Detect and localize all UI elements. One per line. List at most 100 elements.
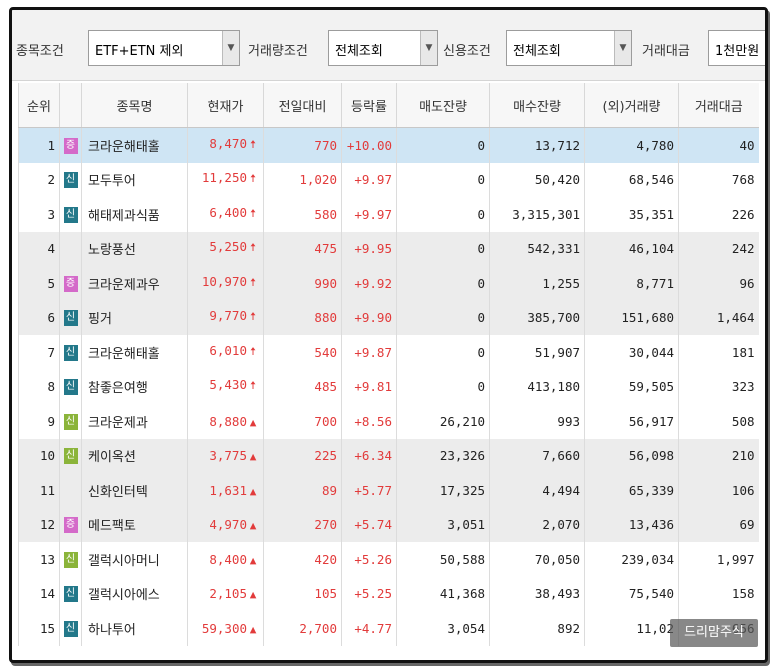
bid-volume-cell: 385,700 xyxy=(489,300,585,335)
table-row[interactable]: 3 신 해태제과식품 6,400 🠅 580 +9.97 0 3,315,301 35,351 22… xyxy=(18,197,759,232)
ask-volume-cell: 0 xyxy=(396,266,490,301)
stock-name-cell[interactable]: 핑거 xyxy=(81,300,188,335)
price-cell: 6,400 🠅 xyxy=(187,197,264,232)
stock-name-cell[interactable]: 모두투어 xyxy=(81,162,188,197)
volume-cell: 11,02 xyxy=(584,611,679,646)
limit-up-arrow-icon: 🠅 xyxy=(249,241,257,255)
price-value: 59,300 xyxy=(201,620,247,636)
amount-cell: 158 xyxy=(678,576,759,611)
stock-name-cell[interactable]: 참좋은여행 xyxy=(81,369,188,404)
limit-up-arrow-icon: 🠅 xyxy=(249,344,257,358)
table-row[interactable]: 15신하나투어59,300▲2,700+4.773,05489211,02656 xyxy=(18,611,759,646)
change-cell: 420 xyxy=(263,542,342,577)
rank-cell: 13 xyxy=(18,542,60,577)
table-row[interactable]: 12 증 메드팩토 4,970 ▲ 270 +5.74 3,051 2,070 13,436 69 xyxy=(18,507,759,542)
badge-cell: 신 xyxy=(59,300,82,335)
table-header-row: 순위 종목명 현재가 전일대비 등락률 매도잔량 매수잔량 (외)거래량 거래대… xyxy=(18,83,759,128)
price-cell: 9,770 🠅 xyxy=(187,300,264,335)
table-row[interactable]: 4 노랑풍선 5,250 🠅 475 +9.95 0 542,331 46,104 242 xyxy=(18,231,759,266)
watermark-logo: 드리맘주식 xyxy=(670,619,758,647)
change-cell: 485 xyxy=(263,369,342,404)
col-header-rank[interactable]: 순위 xyxy=(18,83,60,128)
rate-cell: +10.00 xyxy=(341,127,397,163)
badge-cell: 신 xyxy=(59,404,82,439)
stock-name-cell[interactable]: 크라운해태홀 xyxy=(81,127,188,163)
stock-name-cell[interactable]: 케이옥션 xyxy=(81,438,188,473)
up-triangle-icon: ▲ xyxy=(249,415,257,429)
bid-volume-cell: 993 xyxy=(489,404,585,439)
bid-volume-cell: 70,050 xyxy=(489,542,585,577)
table-row[interactable]: 10 신 케이옥션 3,775 ▲ 225 +6.34 23,326 7,660 56,098 21… xyxy=(18,438,759,473)
stock-name-cell[interactable]: 하나투어 xyxy=(81,611,188,646)
amount-cell: 181 xyxy=(678,335,759,370)
ask-volume-cell: 0 xyxy=(396,335,490,370)
stock-name-cell[interactable]: 크라운해태홀 xyxy=(81,335,188,370)
stock-name-cell[interactable]: 신화인터텍 xyxy=(81,473,188,508)
stock-name-cell[interactable]: 메드팩토 xyxy=(81,507,188,542)
trade-amount-select[interactable]: 1천만원 xyxy=(708,30,765,66)
volume-cell: 13,436 xyxy=(584,507,679,542)
rate-cell: +9.87 xyxy=(341,335,397,370)
table-row[interactable]: 13 신 갤럭시아머니 8,400 ▲ 420 +5.26 50,588 70,050 239,0… xyxy=(18,542,759,577)
credit-condition-select[interactable]: 전체조회 ▼ xyxy=(506,30,632,66)
volume-cell: 151,680 xyxy=(584,300,679,335)
table-row[interactable]: 14 신 갤럭시아에스 2,105 ▲ 105 +5.25 41,368 38,493 75,54… xyxy=(18,576,759,611)
limit-up-arrow-icon: 🠅 xyxy=(249,379,257,393)
col-header-badge[interactable] xyxy=(59,83,82,128)
col-header-rate[interactable]: 등락률 xyxy=(341,83,397,128)
table-row[interactable]: 9 신 크라운제과 8,880 ▲ 700 +8.56 26,210 993 56,917 508 xyxy=(18,404,759,439)
table-row[interactable]: 1 증 크라운해태홀 8,470 🠅 770 +10.00 0 13,712 4,780 40 xyxy=(18,127,759,163)
col-header-ask[interactable]: 매도잔량 xyxy=(396,83,490,128)
amount-cell: 1,997 xyxy=(678,542,759,577)
change-cell: 225 xyxy=(263,438,342,473)
ask-volume-cell: 0 xyxy=(396,127,490,163)
bid-volume-cell: 51,907 xyxy=(489,335,585,370)
ask-volume-cell: 0 xyxy=(396,369,490,404)
ask-volume-cell: 41,368 xyxy=(396,576,490,611)
chevron-down-icon[interactable]: ▼ xyxy=(614,31,631,65)
stock-name-cell[interactable]: 해태제과식품 xyxy=(81,197,188,232)
stock-ranking-window: 종목조건 ETF+ETN 제외 ▼ 거래량조건 전체조회 ▼ 신용조건 전체조회… xyxy=(9,7,768,663)
price-value: 11,250 xyxy=(201,170,247,186)
bid-volume-cell: 13,712 xyxy=(489,127,585,163)
bid-volume-cell: 542,331 xyxy=(489,231,585,266)
ranking-table: 순위 종목명 현재가 전일대비 등락률 매도잔량 매수잔량 (외)거래량 거래대… xyxy=(18,83,759,646)
stock-condition-select[interactable]: ETF+ETN 제외 ▼ xyxy=(88,30,240,66)
change-cell: 89 xyxy=(263,473,342,508)
price-cell: 8,880 ▲ xyxy=(187,404,264,439)
volume-cell: 75,540 xyxy=(584,576,679,611)
col-header-price[interactable]: 현재가 xyxy=(187,83,264,128)
credit-badge: 신 xyxy=(63,620,78,637)
table-row[interactable]: 5 증 크라운제과우 10,970 🠅 990 +9.92 0 1,255 8,771 96 xyxy=(18,266,759,301)
chevron-down-icon[interactable]: ▼ xyxy=(222,31,239,65)
stock-name-cell[interactable]: 갤럭시아에스 xyxy=(81,576,188,611)
table-row[interactable]: 6 신 핑거 9,770 🠅 880 +9.90 0 385,700 151,680 1,464 xyxy=(18,300,759,335)
chevron-down-icon[interactable]: ▼ xyxy=(420,31,437,65)
stock-name-cell[interactable]: 갤럭시아머니 xyxy=(81,542,188,577)
stock-name-cell[interactable]: 노랑풍선 xyxy=(81,231,188,266)
volume-condition-select[interactable]: 전체조회 ▼ xyxy=(328,30,438,66)
stock-name-cell[interactable]: 크라운제과 xyxy=(81,404,188,439)
amount-cell: 323 xyxy=(678,369,759,404)
price-value: 6,010 xyxy=(209,342,247,358)
col-header-change[interactable]: 전일대비 xyxy=(263,83,342,128)
price-cell: 2,105 ▲ xyxy=(187,576,264,611)
table-row[interactable]: 7 신 크라운해태홀 6,010 🠅 540 +9.87 0 51,907 30,044 181 xyxy=(18,335,759,370)
up-triangle-icon: ▲ xyxy=(249,622,257,636)
table-row[interactable]: 11 신화인터텍 1,631 ▲ 89 +5.77 17,325 4,494 65,339 106 xyxy=(18,473,759,508)
col-header-name[interactable]: 종목명 xyxy=(81,83,188,128)
col-header-amount[interactable]: 거래대금 xyxy=(678,83,759,128)
stock-name-cell[interactable]: 크라운제과우 xyxy=(81,266,188,301)
rate-cell: +9.97 xyxy=(341,197,397,232)
rate-cell: +5.26 xyxy=(341,542,397,577)
ask-volume-cell: 26,210 xyxy=(396,404,490,439)
ask-volume-cell: 50,588 xyxy=(396,542,490,577)
price-value: 6,400 xyxy=(209,204,247,220)
table-row[interactable]: 2 신 모두투어 11,250 🠅 1,020 +9.97 0 50,420 68,546 768 xyxy=(18,162,759,197)
credit-badge: 신 xyxy=(63,379,78,395)
col-header-volume[interactable]: (외)거래량 xyxy=(584,83,679,128)
col-header-bid[interactable]: 매수잔량 xyxy=(489,83,585,128)
credit-condition-value: 전체조회 xyxy=(513,44,561,59)
badge-cell: 증 xyxy=(59,266,82,301)
table-row[interactable]: 8 신 참좋은여행 5,430 🠅 485 +9.81 0 413,180 59,505 323 xyxy=(18,369,759,404)
